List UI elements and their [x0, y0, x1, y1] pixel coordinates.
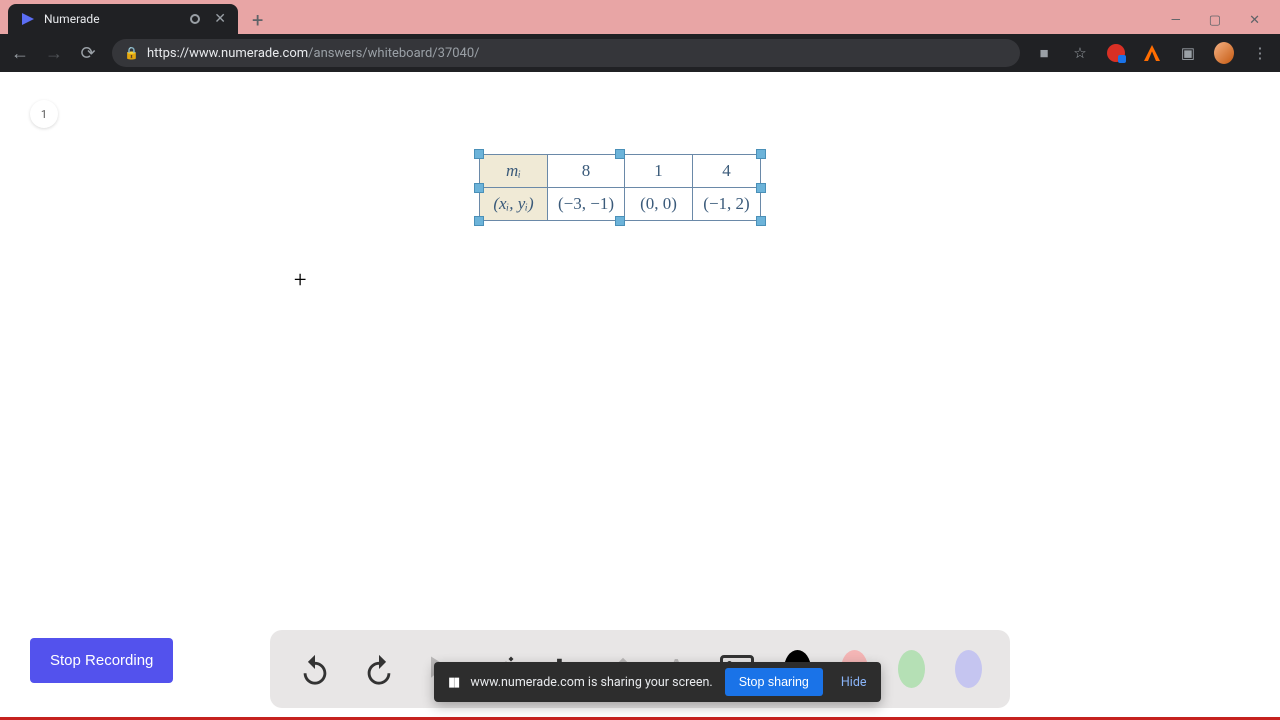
- table-cell: 1: [625, 155, 693, 188]
- table-row: mᵢ 8 1 4: [480, 155, 761, 188]
- resize-handle-icon[interactable]: [474, 149, 484, 159]
- lock-icon: 🔒: [124, 46, 139, 60]
- table-header-cell: mᵢ: [480, 155, 548, 188]
- resize-handle-icon[interactable]: [474, 183, 484, 193]
- close-tab-icon[interactable]: ✕: [214, 11, 226, 27]
- forward-button[interactable]: →: [44, 43, 64, 64]
- selected-table-object[interactable]: mᵢ 8 1 4 (xᵢ, yᵢ) (−3, −1) (0, 0) (−1, 2…: [479, 154, 761, 221]
- share-message: www.numerade.com is sharing your screen.: [470, 675, 712, 690]
- cast-icon[interactable]: ▣: [1178, 43, 1198, 63]
- page-number-badge[interactable]: 1: [30, 100, 58, 128]
- extension-red-icon[interactable]: [1106, 43, 1126, 63]
- tab-favicon: [20, 11, 36, 27]
- recording-indicator-icon: [190, 14, 200, 24]
- stop-sharing-button[interactable]: Stop sharing: [725, 668, 823, 696]
- url-host: https://www.numerade.com: [147, 46, 308, 61]
- back-button[interactable]: ←: [10, 43, 30, 64]
- resize-handle-icon[interactable]: [756, 183, 766, 193]
- reload-button[interactable]: ⟳: [78, 43, 98, 64]
- camera-icon[interactable]: ■: [1034, 43, 1054, 63]
- color-green-swatch[interactable]: [898, 650, 925, 688]
- menu-icon[interactable]: ⋮: [1250, 43, 1270, 63]
- crosshair-cursor-icon: +: [294, 268, 306, 293]
- address-bar[interactable]: 🔒 https://www.numerade.com/answers/white…: [112, 39, 1020, 67]
- new-tab-button[interactable]: +: [252, 8, 263, 32]
- extension-orange-icon[interactable]: [1142, 43, 1162, 63]
- resize-handle-icon[interactable]: [615, 216, 625, 226]
- browser-tab[interactable]: Numerade ✕: [8, 4, 238, 34]
- undo-icon[interactable]: [298, 650, 332, 688]
- browser-toolbar: ← → ⟳ 🔒 https://www.numerade.com/answers…: [0, 34, 1280, 72]
- resize-handle-icon[interactable]: [474, 216, 484, 226]
- maximize-icon[interactable]: ▢: [1209, 13, 1221, 28]
- resize-handle-icon[interactable]: [615, 149, 625, 159]
- table-cell: (−1, 2): [693, 188, 761, 221]
- redo-icon[interactable]: [362, 650, 396, 688]
- stop-recording-button[interactable]: Stop Recording: [30, 638, 173, 683]
- data-table[interactable]: mᵢ 8 1 4 (xᵢ, yᵢ) (−3, −1) (0, 0) (−1, 2…: [479, 154, 761, 221]
- resize-handle-icon[interactable]: [756, 216, 766, 226]
- table-cell: 4: [693, 155, 761, 188]
- pause-icon[interactable]: ▮▮: [448, 675, 458, 690]
- browser-titlebar: Numerade ✕ + — ▢ ✕: [0, 0, 1280, 34]
- resize-handle-icon[interactable]: [756, 149, 766, 159]
- table-header-cell: (xᵢ, yᵢ): [480, 188, 548, 221]
- table-cell: (0, 0): [625, 188, 693, 221]
- bookmark-icon[interactable]: ☆: [1070, 43, 1090, 63]
- url-path: /answers/whiteboard/37040/: [308, 46, 479, 61]
- hide-sharebar-button[interactable]: Hide: [835, 675, 873, 690]
- screen-share-bar: ▮▮ www.numerade.com is sharing your scre…: [434, 662, 881, 702]
- color-purple-swatch[interactable]: [955, 650, 982, 688]
- profile-avatar[interactable]: [1214, 43, 1234, 63]
- toolbar-right-icons: ■ ☆ ▣ ⋮: [1034, 43, 1270, 63]
- close-window-icon[interactable]: ✕: [1249, 13, 1260, 28]
- table-cell: 8: [548, 155, 625, 188]
- window-controls: — ▢ ✕: [1171, 13, 1280, 34]
- minimize-icon[interactable]: —: [1171, 13, 1181, 28]
- tab-title: Numerade: [44, 12, 100, 26]
- page-content: 1 mᵢ 8 1 4 (xᵢ, yᵢ) (−3, −1) (0, 0) (−1,…: [0, 72, 1280, 720]
- table-cell: (−3, −1): [548, 188, 625, 221]
